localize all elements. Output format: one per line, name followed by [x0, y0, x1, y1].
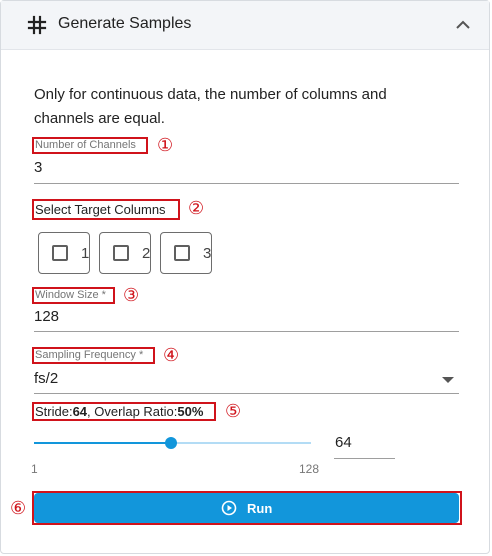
channels-value: 3: [34, 159, 43, 176]
checkbox-icon[interactable]: [113, 245, 129, 261]
window-size-input[interactable]: 128: [34, 308, 59, 325]
sampling-frequency-underline: [34, 393, 459, 394]
dropdown-arrow-icon[interactable]: [441, 375, 455, 385]
channels-underline: [34, 183, 459, 184]
checkbox-icon[interactable]: [52, 245, 68, 261]
info-text: Only for continuous data, the number of …: [34, 86, 387, 127]
channels-label: Number of Channels: [35, 139, 136, 151]
target-column-checkbox-1[interactable]: 1: [38, 232, 90, 274]
generate-samples-panel: Generate Samples Only for continuous dat…: [0, 0, 490, 554]
checkbox-label: 1: [81, 245, 90, 262]
stride-value: 64: [72, 404, 88, 419]
window-size-label: Window Size *: [35, 289, 106, 301]
checkbox-label: 3: [203, 245, 212, 262]
target-columns-label: Select Target Columns: [35, 202, 166, 217]
checkbox-label: 2: [142, 245, 151, 262]
target-column-checkbox-2[interactable]: 2: [99, 232, 151, 274]
annotation-marker-4: ④: [163, 345, 180, 365]
window-size-underline: [34, 331, 459, 332]
slider-fill: [34, 442, 172, 444]
overlap-value: 50%: [177, 404, 204, 419]
annotation-marker-3: ③: [123, 285, 140, 305]
sampling-frequency-select[interactable]: fs/2: [34, 370, 58, 387]
run-button-label: Run: [247, 501, 273, 516]
stride-info: Stride:64, Overlap Ratio:50%: [35, 404, 203, 419]
annotation-marker-5: ⑤: [225, 401, 242, 421]
hash-icon: [27, 15, 47, 35]
slider-min-label: 1: [31, 462, 38, 476]
stride-label: Stride:: [35, 404, 73, 419]
play-circle-icon: [221, 500, 237, 516]
slider-value-input[interactable]: 64: [335, 434, 352, 451]
checkbox-icon[interactable]: [174, 245, 190, 261]
slider-max-label: 128: [299, 462, 320, 476]
panel-header[interactable]: Generate Samples: [1, 1, 489, 50]
annotation-marker-6: ⑥: [10, 498, 27, 518]
slider-value-underline: [334, 458, 395, 459]
overlap-label: Overlap Ratio:: [94, 404, 178, 419]
annotation-marker-2: ②: [188, 198, 205, 218]
run-button[interactable]: Run: [34, 493, 459, 523]
annotation-marker-1: ①: [157, 135, 174, 155]
chevron-up-icon[interactable]: [455, 17, 471, 33]
target-column-checkbox-3[interactable]: 3: [160, 232, 212, 274]
panel-title: Generate Samples: [58, 15, 192, 32]
sampling-frequency-label: Sampling Frequency *: [35, 349, 144, 361]
slider-thumb[interactable]: [165, 437, 178, 449]
